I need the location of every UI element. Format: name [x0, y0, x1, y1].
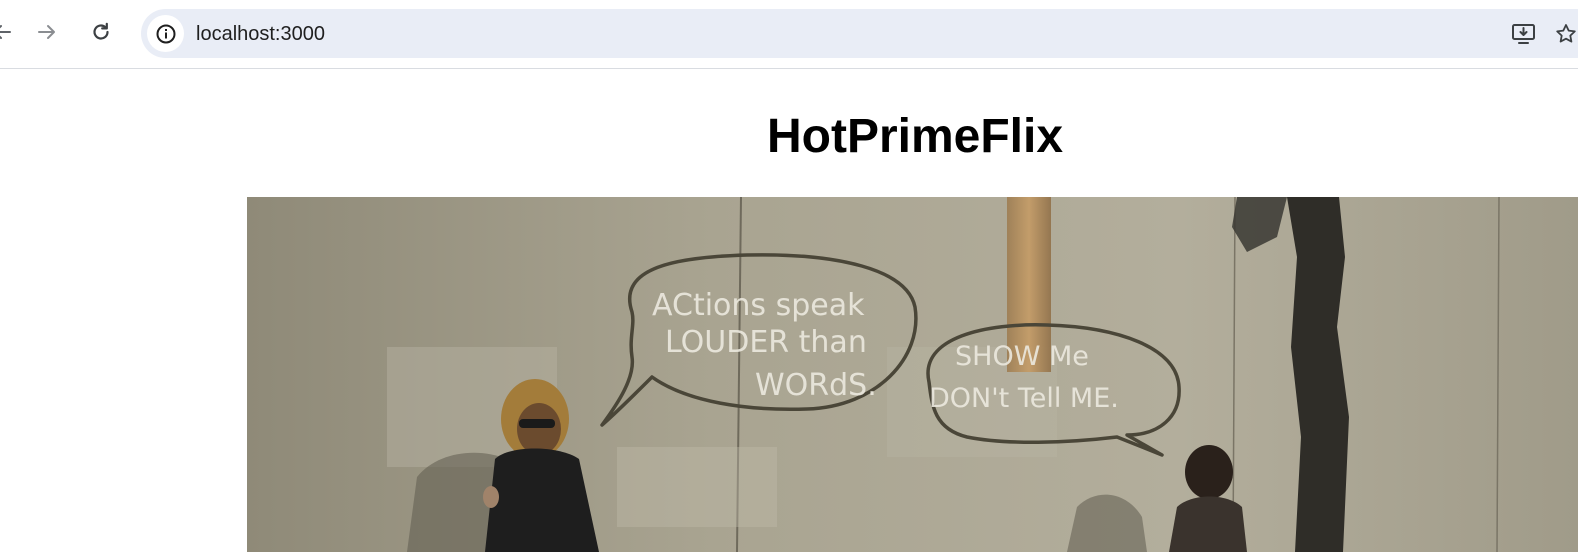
url-text[interactable]: localhost:3000	[196, 22, 325, 46]
svg-text:SHOW Me: SHOW Me	[955, 341, 1089, 372]
video-player[interactable]: ACtions speak LOUDER than WORdS. SHOW Me…	[247, 197, 1578, 552]
svg-text:WORdS.: WORdS.	[755, 368, 877, 403]
arrow-left-icon	[0, 25, 11, 39]
info-icon	[156, 24, 175, 43]
page-content: HotPrimeFlix ACtions speak LOUDER than W…	[0, 70, 1578, 552]
star-icon	[1556, 24, 1576, 43]
reload-button[interactable]	[83, 14, 119, 50]
install-app-button[interactable]	[1507, 17, 1541, 51]
bookmark-button[interactable]	[1549, 17, 1578, 51]
page-title: HotPrimeFlix	[766, 110, 1064, 163]
reload-icon	[93, 22, 109, 40]
svg-text:ACtions speak: ACtions speak	[652, 288, 865, 323]
video-frame: ACtions speak LOUDER than WORdS. SHOW Me…	[247, 197, 1578, 552]
svg-text:LOUDER than: LOUDER than	[665, 325, 867, 360]
forward-button[interactable]	[29, 14, 65, 50]
svg-text:DON't Tell ME.: DON't Tell ME.	[929, 383, 1119, 414]
address-bar[interactable]: localhost:3000	[141, 9, 1578, 58]
arrow-right-icon	[38, 25, 55, 39]
browser-toolbar: localhost:3000	[0, 0, 1578, 69]
site-info-button[interactable]	[147, 15, 184, 52]
install-app-icon	[1512, 24, 1535, 44]
back-button[interactable]	[0, 14, 20, 50]
